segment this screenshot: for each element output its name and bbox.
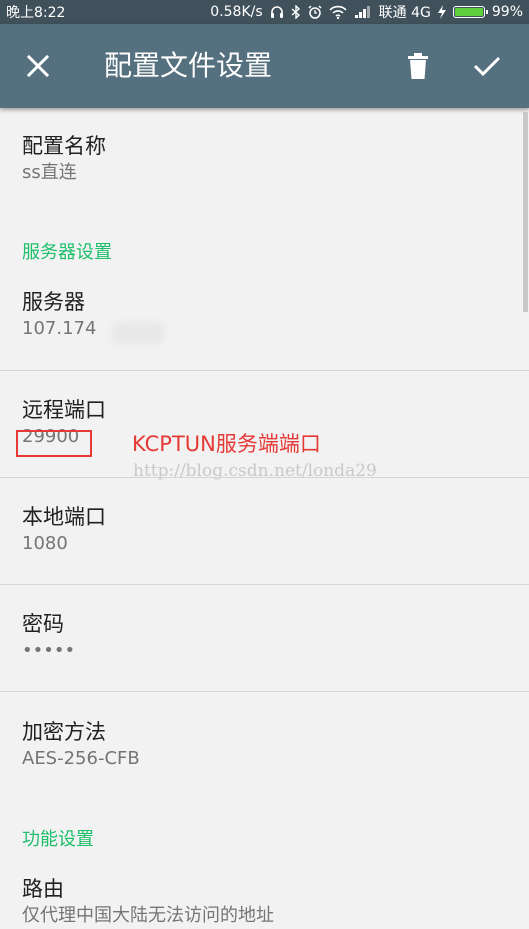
password-item[interactable]: 密码 •••••	[22, 610, 75, 664]
route-value: 仅代理中国大陆无法访问的地址	[22, 905, 274, 926]
annotation-box	[16, 430, 92, 457]
remote-port-label: 远程端口	[22, 398, 106, 422]
route-label: 路由	[22, 877, 64, 901]
profile-name-value: ss直连	[22, 162, 77, 183]
check-icon[interactable]	[472, 52, 502, 80]
watermark: http://blog.csdn.net/londa29	[133, 461, 377, 481]
annotation-text: KCPTUN服务端端口	[132, 432, 321, 456]
status-bar: 晚上8:22 0.58K/s 联通 4G 99%	[0, 0, 529, 24]
server-label: 服务器	[22, 290, 85, 314]
carrier-label: 联通 4G	[378, 5, 431, 21]
divider	[0, 584, 529, 585]
charging-icon	[437, 5, 446, 19]
encryption-item[interactable]: 加密方法 AES-256-CFB	[22, 718, 140, 772]
profile-name-item[interactable]: 配置名称 ss直连	[22, 132, 106, 186]
password-value: •••••	[22, 640, 76, 661]
app-toolbar: 配置文件设置	[0, 24, 529, 108]
route-item[interactable]: 路由 仅代理中国大陆无法访问的地址	[22, 875, 274, 929]
scrollbar[interactable]	[523, 112, 528, 312]
battery-icon	[452, 6, 488, 18]
server-item[interactable]: 服务器 107.174	[22, 288, 96, 342]
encryption-label: 加密方法	[22, 720, 106, 744]
encryption-value: AES-256-CFB	[22, 748, 140, 769]
bluetooth-icon	[291, 5, 300, 19]
divider	[0, 691, 529, 692]
status-time: 晚上8:22	[6, 5, 66, 21]
battery-fill	[454, 8, 483, 16]
divider	[0, 477, 529, 478]
server-value: 107.174	[22, 318, 97, 339]
battery-percent: 99%	[491, 4, 523, 20]
profile-name-label: 配置名称	[22, 134, 106, 158]
wifi-icon	[329, 5, 347, 19]
divider	[0, 370, 529, 371]
local-port-value: 1080	[22, 533, 68, 554]
password-label: 密码	[22, 612, 64, 636]
page-title: 配置文件设置	[104, 49, 273, 82]
signal-icon	[354, 6, 370, 18]
close-icon[interactable]	[24, 52, 52, 80]
server-settings-header: 服务器设置	[22, 242, 112, 263]
feature-settings-header: 功能设置	[22, 829, 94, 850]
network-speed: 0.58K/s	[210, 4, 263, 20]
trash-icon[interactable]	[404, 52, 432, 80]
headphones-icon	[270, 6, 283, 18]
local-port-item[interactable]: 本地端口 1080	[22, 503, 106, 557]
local-port-label: 本地端口	[22, 505, 106, 529]
status-right: 0.58K/s 联通 4G 99%	[210, 2, 523, 22]
alarm-icon	[308, 5, 322, 19]
redaction-blur	[112, 322, 164, 344]
